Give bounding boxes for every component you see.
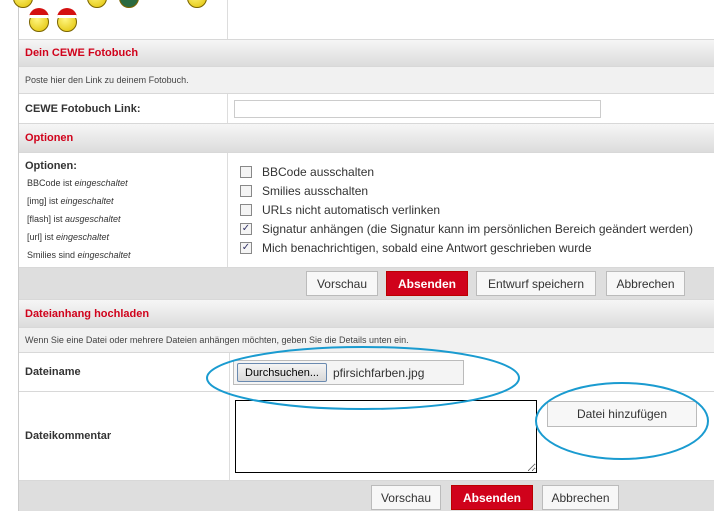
annotation-ellipse-file-input: [206, 346, 520, 410]
annotation-ellipse-add-file: [535, 382, 709, 460]
annotation-overlay: [206, 346, 709, 460]
